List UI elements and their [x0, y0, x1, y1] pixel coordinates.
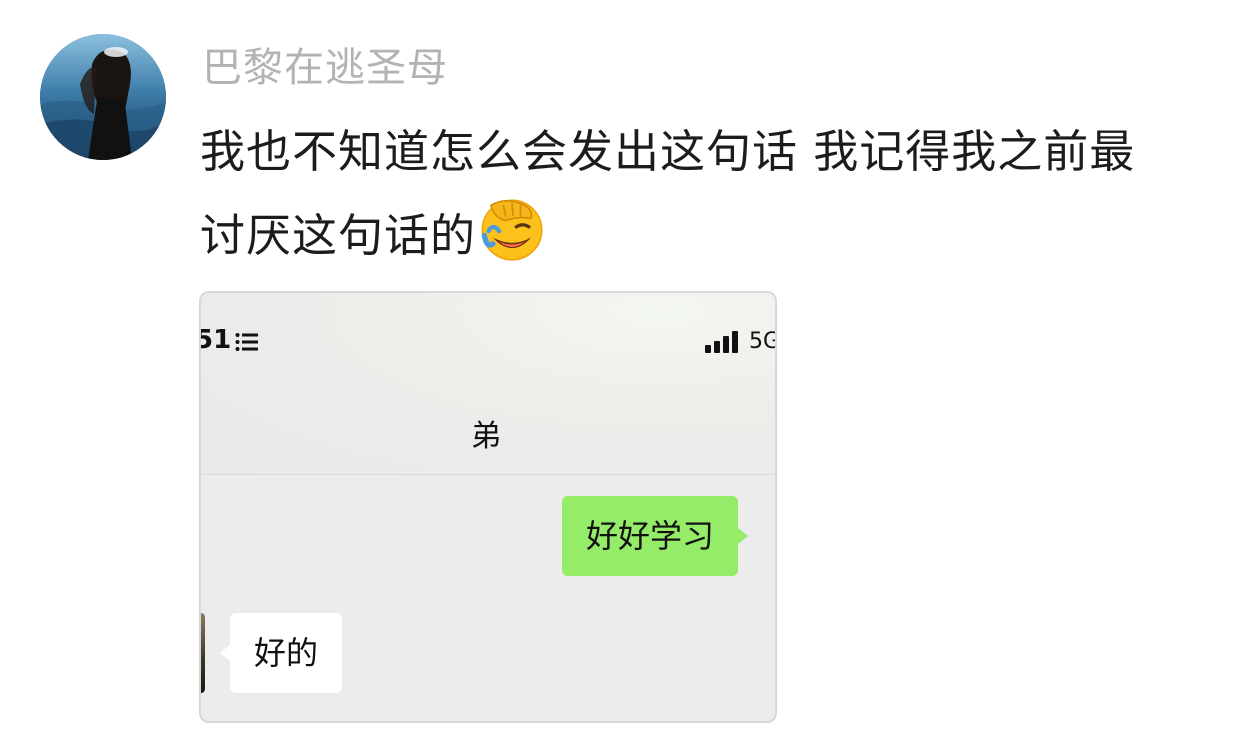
username[interactable]: 巴黎在逃圣母: [202, 40, 448, 96]
chat-title-text: 弟: [471, 419, 501, 454]
face-palm-laughing-emoji-icon: [481, 199, 543, 261]
attached-chat-screenshot[interactable]: 51 5G 弟 好好学习 好的: [199, 291, 777, 723]
user-avatar[interactable]: [40, 34, 166, 160]
list-icon: [235, 333, 258, 351]
post-card: 巴黎在逃圣母 我也不知道怎么会发出这句话 我记得我之前最讨厌这句话的 51: [0, 0, 1244, 739]
post-text: 我也不知道怎么会发出这句话 我记得我之前最讨厌这句话的: [200, 125, 1136, 262]
chat-title: 弟: [201, 411, 775, 455]
post-content: 我也不知道怎么会发出这句话 我记得我之前最讨厌这句话的: [200, 110, 1180, 278]
chat-header: 51 5G 弟: [201, 293, 775, 475]
network-type: 5G: [749, 329, 777, 354]
self-avatar: [775, 498, 777, 578]
contact-avatar: [201, 613, 205, 693]
status-time: 51: [201, 325, 232, 355]
sent-message-bubble: 好好学习: [562, 496, 749, 576]
signal-strength-icon: [705, 331, 738, 353]
avatar-portrait-image: [40, 34, 166, 160]
received-message-bubble: 好的: [219, 613, 343, 693]
